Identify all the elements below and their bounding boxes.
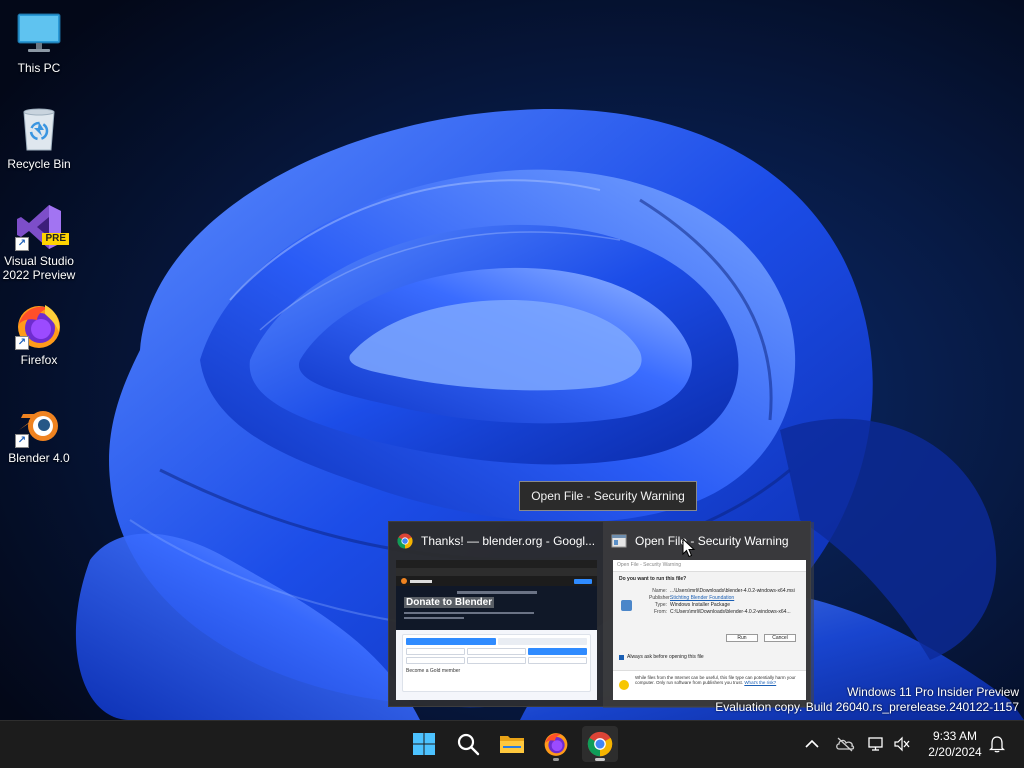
clock-time: 9:33 AM (932, 729, 978, 743)
evaluation-watermark: Windows 11 Pro Insider Preview Evaluatio… (715, 685, 1019, 715)
desktop-icon-label: Firefox (20, 353, 58, 367)
preview-heading: Donate to Blender (404, 597, 495, 608)
desktop-icon-visual-studio[interactable]: PRE ↗ Visual Studio 2022 Preview (1, 203, 77, 282)
folder-icon (500, 736, 524, 753)
clock-button[interactable]: 9:33 AM 2/20/2024 (922, 728, 988, 760)
desktop-icon-firefox[interactable]: ↗ Firefox (1, 302, 77, 367)
search-button[interactable] (450, 726, 486, 762)
thumbnail-header: Open File - Security Warning (603, 522, 814, 560)
bell-icon (989, 736, 1005, 753)
firefox-icon (544, 733, 568, 756)
desktop-icon-label: Blender 4.0 (8, 451, 70, 465)
windows-logo-icon (413, 733, 435, 755)
preview-run-button: Run (726, 634, 758, 642)
clock-date: 2/20/2024 (928, 745, 982, 759)
file-explorer-button[interactable] (494, 726, 530, 762)
shield-icon (621, 600, 632, 611)
show-hidden-icons-button[interactable] (800, 732, 824, 756)
preview-badge: PRE (42, 233, 69, 245)
desktop-icon-recycle-bin[interactable]: Recycle Bin (1, 106, 77, 171)
running-indicator (595, 758, 605, 761)
start-button[interactable] (406, 726, 442, 762)
chrome-icon (397, 533, 413, 549)
thumbnail-header: Thanks! — blender.org - Googl... (389, 522, 600, 560)
checkbox-icon (619, 654, 624, 660)
visual-studio-icon: PRE ↗ (15, 203, 69, 251)
volume-muted-icon (894, 736, 910, 752)
running-indicator (553, 758, 559, 761)
mouse-cursor-icon (682, 538, 696, 558)
warning-icon (619, 680, 629, 690)
thumbnail-tooltip: Open File - Security Warning (519, 481, 697, 511)
thumbnail-title: Open File - Security Warning (635, 534, 789, 548)
firefox-icon: ↗ (15, 302, 63, 350)
onedrive-offline-icon (836, 737, 855, 752)
chevron-up-icon (805, 739, 819, 748)
shortcut-arrow-icon: ↗ (15, 434, 29, 448)
network-icon (868, 737, 883, 751)
onedrive-button[interactable] (833, 732, 857, 756)
shortcut-arrow-icon: ↗ (15, 237, 29, 251)
desktop-icon-this-pc[interactable]: This PC (1, 10, 77, 75)
shortcut-arrow-icon: ↗ (15, 336, 29, 350)
search-icon (457, 733, 480, 756)
watermark-line-1: Windows 11 Pro Insider Preview (847, 685, 1019, 699)
thumbnail-title: Thanks! — blender.org - Googl... (421, 534, 596, 548)
notifications-button[interactable] (985, 732, 1009, 756)
watermark-line-2: Evaluation copy. Build 26040.rs_prerelea… (715, 700, 1019, 714)
monitor-icon (15, 10, 63, 58)
thumbnail-chrome-window[interactable]: Thanks! — blender.org - Googl... Donate … (389, 522, 600, 708)
chrome-icon (587, 731, 613, 757)
firefox-taskbar-button[interactable] (538, 726, 574, 762)
preview-question: Do you want to run this file? (619, 576, 687, 582)
preview-dialog-title: Open File - Security Warning (613, 560, 806, 572)
network-button[interactable] (865, 732, 889, 756)
preview-footer-text: Become a Gold member (406, 668, 461, 674)
dialog-icon (611, 534, 627, 548)
browser-preview: Donate to Blender Become a Gold member (396, 560, 597, 700)
volume-button[interactable] (890, 732, 914, 756)
dialog-preview: Open File - Security Warning Do you want… (613, 560, 806, 700)
taskbar-thumbnail-flyout: Thanks! — blender.org - Googl... Donate … (388, 521, 814, 708)
preview-cancel-button: Cancel (764, 634, 796, 642)
chrome-taskbar-button[interactable] (582, 726, 618, 762)
thumbnail-security-warning-window[interactable]: Open File - Security Warning Open File -… (603, 522, 814, 708)
recycle-bin-icon (15, 106, 63, 154)
blender-icon: ↗ (15, 400, 63, 448)
desktop-icon-blender[interactable]: ↗ Blender 4.0 (1, 400, 77, 465)
desktop-icon-label: Recycle Bin (7, 157, 71, 171)
desktop-icon-label: Visual Studio 2022 Preview (2, 254, 76, 282)
desktop-icon-label: This PC (17, 61, 61, 75)
